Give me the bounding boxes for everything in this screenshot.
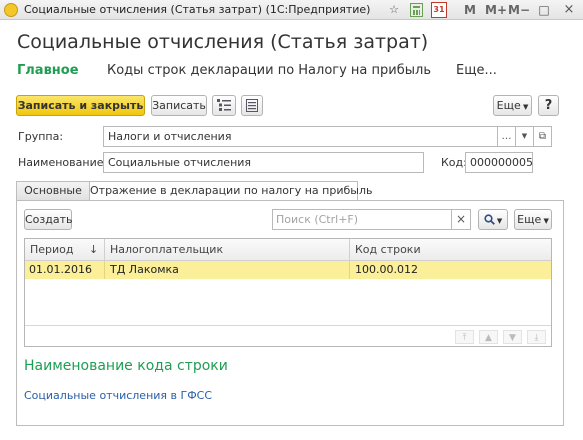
code-label: Код: bbox=[441, 156, 467, 169]
search-clear-icon[interactable]: × bbox=[451, 209, 471, 230]
column-divider[interactable] bbox=[349, 239, 350, 261]
table-more-button[interactable]: Еще ▼ bbox=[514, 209, 552, 230]
app-logo-icon bbox=[4, 3, 18, 17]
favorite-star-icon[interactable]: ☆ bbox=[386, 2, 402, 18]
calculator-icon[interactable] bbox=[410, 3, 423, 17]
scroll-bottom-icon[interactable]: ⤓ bbox=[527, 330, 546, 344]
tab-main[interactable]: Основные bbox=[16, 181, 90, 201]
group-field[interactable]: Налоги и отчисления bbox=[103, 126, 498, 147]
column-header-period[interactable]: Период bbox=[30, 243, 74, 256]
form-title: Социальные отчисления (Статья затрат) bbox=[17, 31, 429, 53]
group-label: Группа: bbox=[18, 130, 64, 143]
search-chevron-icon: ▼ bbox=[494, 217, 503, 225]
more-menu-button[interactable]: Еще ▼ bbox=[493, 95, 532, 116]
save-button[interactable]: Записать bbox=[151, 95, 207, 116]
column-header-payer[interactable]: Налогоплательщик bbox=[110, 243, 223, 256]
name-label: Наименование: bbox=[18, 156, 108, 169]
save-and-close-button[interactable]: Записать и закрыть bbox=[16, 95, 145, 116]
search-placeholder: Поиск (Ctrl+F) bbox=[276, 213, 359, 226]
group-select-icon[interactable]: … bbox=[497, 126, 516, 147]
row-code: 100.00.012 bbox=[355, 263, 418, 276]
search-icon bbox=[484, 214, 495, 225]
memory-button[interactable]: M bbox=[464, 1, 476, 19]
column-header-code[interactable]: Код строки bbox=[355, 243, 421, 256]
minimize-icon[interactable]: □ bbox=[537, 2, 551, 18]
scroll-top-icon[interactable]: ⤒ bbox=[455, 330, 474, 344]
name-field[interactable]: Социальные отчисления bbox=[103, 152, 424, 173]
tab-declaration[interactable]: Отражение в декларации по налогу на приб… bbox=[89, 181, 372, 201]
scroll-down-icon[interactable]: ▼ bbox=[503, 330, 522, 344]
table-more-chevron-icon: ▼ bbox=[541, 217, 549, 225]
table-more-label: Еще bbox=[517, 213, 542, 226]
window-titlebar: Социальные отчисления (Статья затрат) (1… bbox=[0, 0, 583, 20]
nav-main-link[interactable]: Главное bbox=[17, 63, 79, 78]
scroll-up-icon[interactable]: ▲ bbox=[479, 330, 498, 344]
structure-icon[interactable] bbox=[212, 95, 236, 116]
code-name-heading: Наименование кода строки bbox=[24, 358, 228, 374]
column-divider[interactable] bbox=[104, 239, 105, 261]
report-list-icon[interactable] bbox=[241, 95, 263, 116]
sort-arrow-icon[interactable]: ↓ bbox=[89, 243, 98, 256]
close-icon[interactable]: × bbox=[561, 2, 577, 18]
row-period: 01.01.2016 bbox=[29, 263, 92, 276]
memory-plus-button[interactable]: M+ bbox=[485, 1, 507, 19]
cell-divider bbox=[349, 261, 350, 279]
code-name-link[interactable]: Социальные отчисления в ГФСС bbox=[24, 389, 212, 402]
group-dropdown-icon[interactable]: ▼ bbox=[515, 126, 534, 147]
chevron-down-icon: ▼ bbox=[520, 103, 529, 111]
create-button[interactable]: Создать bbox=[24, 209, 73, 230]
group-open-icon[interactable]: ⧉ bbox=[533, 126, 552, 147]
row-payer: ТД Лакомка bbox=[110, 263, 179, 276]
window-title: Социальные отчисления (Статья затрат) (1… bbox=[24, 3, 371, 16]
table-grid[interactable]: Период ↓ Налогоплательщик Код строки 01.… bbox=[24, 238, 552, 347]
more-menu-label: Еще bbox=[496, 99, 521, 112]
table-footer: ⤒ ▲ ▼ ⤓ bbox=[25, 325, 551, 346]
table-row[interactable]: 01.01.2016 ТД Лакомка 100.00.012 bbox=[25, 261, 551, 279]
calendar-icon[interactable]: 31 bbox=[431, 2, 447, 18]
nav-more-link[interactable]: Еще... bbox=[456, 63, 497, 78]
search-input[interactable]: Поиск (Ctrl+F) bbox=[272, 209, 452, 230]
nav-codes-link[interactable]: Коды строк декларации по Налогу на прибы… bbox=[107, 63, 431, 78]
table-header: Период ↓ Налогоплательщик Код строки bbox=[25, 239, 551, 261]
memory-minus-button[interactable]: M− bbox=[508, 1, 530, 19]
search-options-button[interactable]: ▼ bbox=[478, 209, 508, 230]
code-field[interactable]: 000000005 bbox=[465, 152, 533, 173]
help-button[interactable]: ? bbox=[538, 95, 559, 116]
cell-divider bbox=[104, 261, 105, 279]
